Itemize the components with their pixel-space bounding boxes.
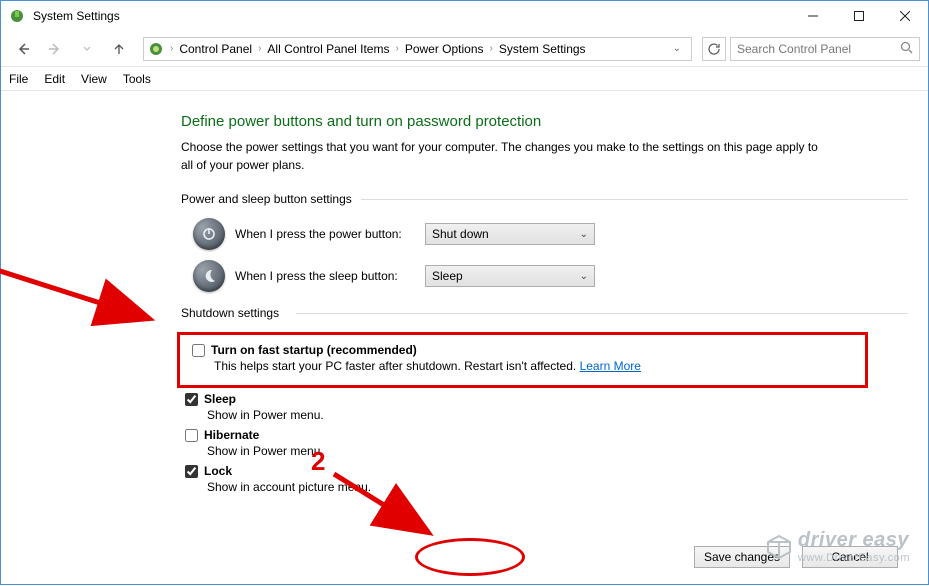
search-icon [900, 41, 913, 57]
nav-up-button[interactable] [105, 35, 133, 63]
sleep-checkbox-label: Sleep [204, 392, 236, 406]
nav-back-button[interactable] [9, 35, 37, 63]
fast-startup-label: Turn on fast startup (recommended) [211, 343, 417, 357]
page-heading: Define power buttons and turn on passwor… [181, 113, 908, 130]
annotation-highlight-box: Turn on fast startup (recommended) This … [177, 332, 868, 388]
chevron-right-icon: › [256, 43, 263, 54]
refresh-button[interactable] [702, 37, 726, 61]
annotation-number-2: 2 [311, 446, 325, 477]
lock-checkbox-label: Lock [204, 464, 232, 478]
close-button[interactable] [882, 1, 928, 31]
menu-tools[interactable]: Tools [123, 72, 151, 86]
lock-checkbox-description: Show in account picture menu. [207, 480, 908, 494]
hibernate-checkbox[interactable] [185, 429, 198, 442]
save-changes-button[interactable]: Save changes [694, 546, 790, 568]
breadcrumb[interactable]: › Control Panel › All Control Panel Item… [143, 37, 692, 61]
menu-view[interactable]: View [81, 72, 107, 86]
minimize-button[interactable] [790, 1, 836, 31]
chevron-down-icon: ⌄ [580, 271, 588, 282]
sleep-button-dropdown[interactable]: Sleep ⌄ [425, 265, 595, 287]
search-input[interactable]: Search Control Panel [730, 37, 920, 61]
chevron-down-icon: ⌄ [580, 229, 588, 240]
nav-history-chevron[interactable] [73, 35, 101, 63]
hibernate-checkbox-label: Hibernate [204, 428, 259, 442]
maximize-button[interactable] [836, 1, 882, 31]
dropdown-value: Shut down [432, 227, 489, 241]
menu-edit[interactable]: Edit [44, 72, 65, 86]
menubar: File Edit View Tools [1, 67, 928, 91]
annotation-circle [415, 538, 525, 576]
chevron-down-icon[interactable]: ⌄ [667, 43, 687, 54]
page-description: Choose the power settings that you want … [181, 138, 821, 174]
sleep-checkbox[interactable] [185, 393, 198, 406]
breadcrumb-item[interactable]: Control Panel [175, 42, 256, 56]
annotation-arrow-2 [326, 466, 446, 546]
learn-more-link[interactable]: Learn More [580, 359, 641, 373]
power-button-dropdown[interactable]: Shut down ⌄ [425, 223, 595, 245]
breadcrumb-icon [148, 41, 164, 57]
chevron-right-icon: › [393, 43, 400, 54]
sleep-button-label: When I press the sleep button: [235, 269, 415, 283]
breadcrumb-item[interactable]: Power Options [401, 42, 488, 56]
sleep-icon [193, 260, 225, 292]
chevron-right-icon: › [488, 43, 495, 54]
breadcrumb-item[interactable]: System Settings [495, 42, 590, 56]
group-shutdown-title: Shutdown settings [181, 306, 908, 320]
search-placeholder: Search Control Panel [737, 42, 851, 56]
breadcrumb-item[interactable]: All Control Panel Items [263, 42, 393, 56]
dropdown-value: Sleep [432, 269, 463, 283]
power-button-label: When I press the power button: [235, 227, 415, 241]
fast-startup-checkbox[interactable] [192, 344, 205, 357]
menu-file[interactable]: File [9, 72, 28, 86]
sleep-checkbox-description: Show in Power menu. [207, 408, 908, 422]
group-power-sleep-title: Power and sleep button settings [181, 192, 908, 206]
annotation-arrow-1 [0, 221, 161, 341]
lock-checkbox[interactable] [185, 465, 198, 478]
chevron-right-icon: › [168, 43, 175, 54]
power-icon [193, 218, 225, 250]
fast-startup-description: This helps start your PC faster after sh… [214, 359, 580, 373]
app-icon [9, 8, 25, 24]
window-title: System Settings [33, 9, 790, 23]
nav-forward-button[interactable] [41, 35, 69, 63]
cancel-button[interactable]: Cancel [802, 546, 898, 568]
